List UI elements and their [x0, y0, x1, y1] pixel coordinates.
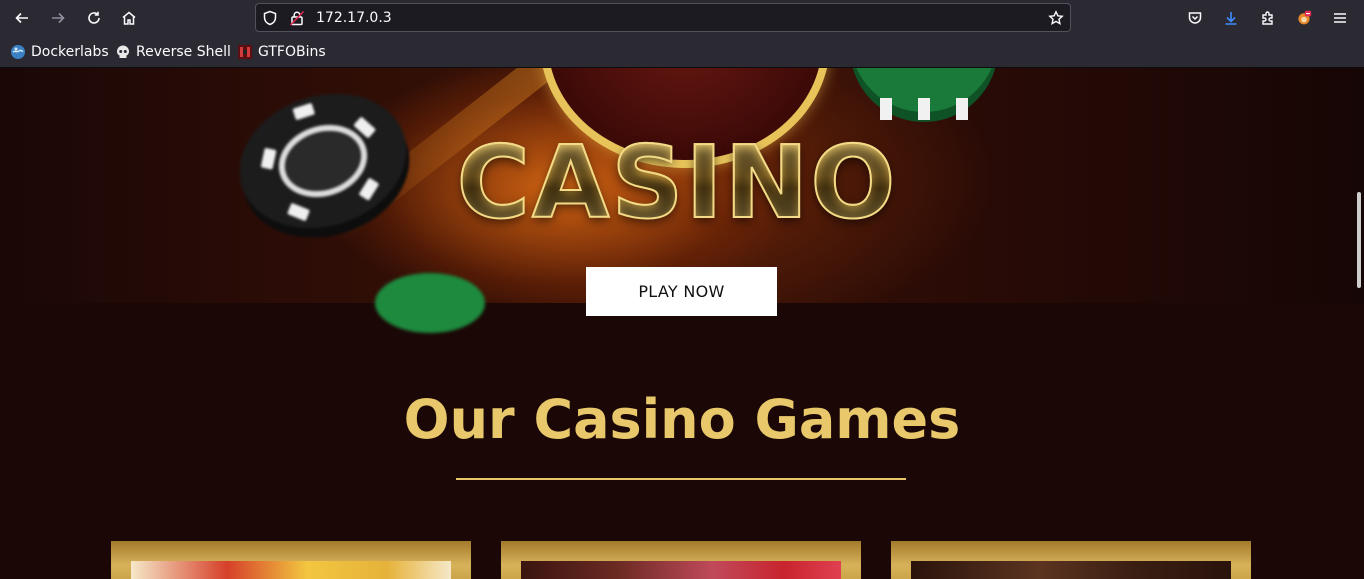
home-icon	[122, 11, 136, 25]
green-chip-blurred-image	[375, 273, 485, 333]
bookmark-label: Dockerlabs	[31, 44, 109, 60]
download-arrow-icon	[1225, 12, 1237, 25]
bookmarks-bar: Dockerlabs Reverse Shell GTFOBins	[0, 35, 1364, 68]
bookmark-reverse-shell[interactable]: Reverse Shell	[115, 43, 231, 61]
bookmark-star-icon[interactable]	[1048, 10, 1064, 26]
arrow-left-icon	[15, 12, 28, 24]
bookmark-dockerlabs[interactable]: Dockerlabs	[10, 43, 109, 61]
insecure-lock-icon[interactable]	[289, 10, 305, 26]
game-card[interactable]	[111, 541, 471, 579]
game-card-image	[521, 561, 841, 579]
game-card-image	[131, 561, 451, 579]
gtfobins-icon	[238, 45, 252, 59]
browser-toolbar: 172.17.0.3	[0, 0, 1364, 35]
reload-icon	[88, 11, 100, 24]
play-now-button[interactable]: PLAY NOW	[586, 267, 777, 316]
menu-button[interactable]	[1327, 5, 1353, 31]
downloads-button[interactable]	[1218, 5, 1244, 31]
hamburger-menu-icon	[1334, 13, 1346, 23]
docker-globe-icon	[11, 45, 25, 59]
address-bar[interactable]: 172.17.0.3	[255, 3, 1071, 32]
url-text[interactable]: 172.17.0.3	[316, 10, 392, 26]
home-button[interactable]	[116, 5, 142, 31]
page-content: CASINO PLAY NOW Our Casino Games	[0, 68, 1364, 579]
puzzle-icon	[1262, 11, 1273, 25]
game-card-image	[911, 561, 1231, 579]
black-poker-chip-image	[222, 72, 424, 250]
page-scrollbar-thumb[interactable]	[1357, 192, 1361, 288]
bookmark-label: Reverse Shell	[136, 44, 231, 60]
game-card[interactable]	[501, 541, 861, 579]
extensions-button[interactable]	[1255, 5, 1281, 31]
reload-button[interactable]	[81, 5, 107, 31]
casino-logo-text: CASINO	[446, 122, 908, 242]
pocket-icon	[1188, 12, 1202, 24]
forward-button[interactable]	[45, 5, 71, 31]
game-card[interactable]	[891, 541, 1251, 579]
shield-icon[interactable]	[262, 10, 278, 26]
skull-icon	[117, 45, 129, 58]
fox-extension-icon	[1298, 10, 1312, 25]
pocket-button[interactable]	[1182, 5, 1208, 31]
arrow-right-icon	[52, 12, 65, 24]
bookmark-label: GTFOBins	[258, 44, 326, 60]
bookmark-gtfobins[interactable]: GTFOBins	[237, 43, 326, 61]
green-poker-chip-image	[850, 68, 998, 120]
games-section-title: Our Casino Games	[403, 388, 961, 451]
extension-avatar-button[interactable]	[1291, 5, 1317, 31]
title-divider	[456, 478, 906, 480]
back-button[interactable]	[9, 5, 35, 31]
